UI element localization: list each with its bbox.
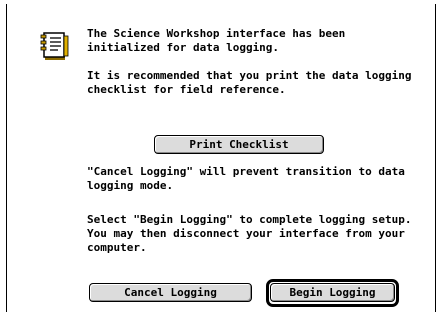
- cancel-logging-button[interactable]: Cancel Logging: [89, 283, 252, 302]
- message-recommendation: It is recommended that you print the dat…: [87, 69, 412, 96]
- alert-dialog: The Science Workshop interface has been …: [6, 4, 436, 312]
- message-cancel-info: "Cancel Logging" will prevent transition…: [87, 165, 405, 192]
- print-checklist-button[interactable]: Print Checklist: [154, 135, 324, 154]
- document-checklist-icon: [40, 32, 69, 60]
- begin-logging-button[interactable]: Begin Logging: [270, 283, 395, 302]
- message-initialized: The Science Workshop interface has been …: [87, 27, 346, 54]
- message-begin-info: Select "Begin Logging" to complete loggi…: [87, 213, 412, 254]
